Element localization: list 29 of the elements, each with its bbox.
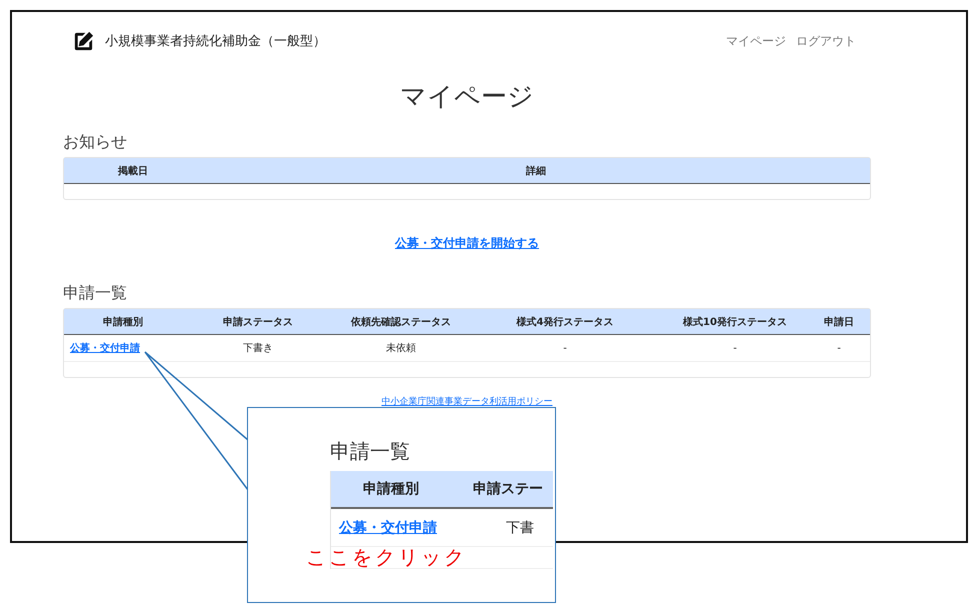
nav-link[interactable]: マイページ <box>726 32 786 50</box>
instruction-note: ここをクリック <box>306 544 467 571</box>
column-header: 申請日 <box>823 316 855 328</box>
table-cell-text: - <box>562 342 568 354</box>
section-heading: 申請一覧 <box>63 283 128 303</box>
table-cell-text: - <box>836 342 842 354</box>
column-header: 申請ステー <box>472 480 544 498</box>
table-cell-text: 未依頼 <box>385 342 417 355</box>
edit-icon <box>72 30 95 52</box>
table-cell-text: 下書き <box>242 342 274 355</box>
column-header: 申請種別 <box>362 480 420 498</box>
nav-link[interactable]: ログアウト <box>796 32 856 50</box>
application-link[interactable]: 公募・交付申請 <box>64 341 182 355</box>
column-header: 詳細 <box>524 164 547 178</box>
column-header: 様式4発行ステータス <box>515 316 614 328</box>
start-application-link[interactable]: 公募・交付申請を開始する <box>395 236 539 250</box>
column-header: 掲載日 <box>116 164 149 178</box>
page-title: マイページ <box>399 81 535 114</box>
column-header: 様式10発行ステータス <box>682 316 788 328</box>
application-link[interactable]: 公募・交付申請 <box>331 518 451 536</box>
table-cell-text: - <box>732 342 738 354</box>
column-header: 申請ステータス <box>222 316 294 328</box>
section-heading: お知らせ <box>63 132 128 152</box>
column-header: 申請種別 <box>102 316 144 328</box>
policy-link[interactable]: 中小企業庁関連事業データ利活用ポリシー <box>382 397 552 407</box>
table-cell-text: 下書 <box>505 518 535 536</box>
section-heading: 申請一覧 <box>330 438 410 465</box>
column-header: 依頼先確認ステータス <box>350 316 452 328</box>
site-title: 小規模事業者持続化補助金（一般型） <box>105 33 326 50</box>
